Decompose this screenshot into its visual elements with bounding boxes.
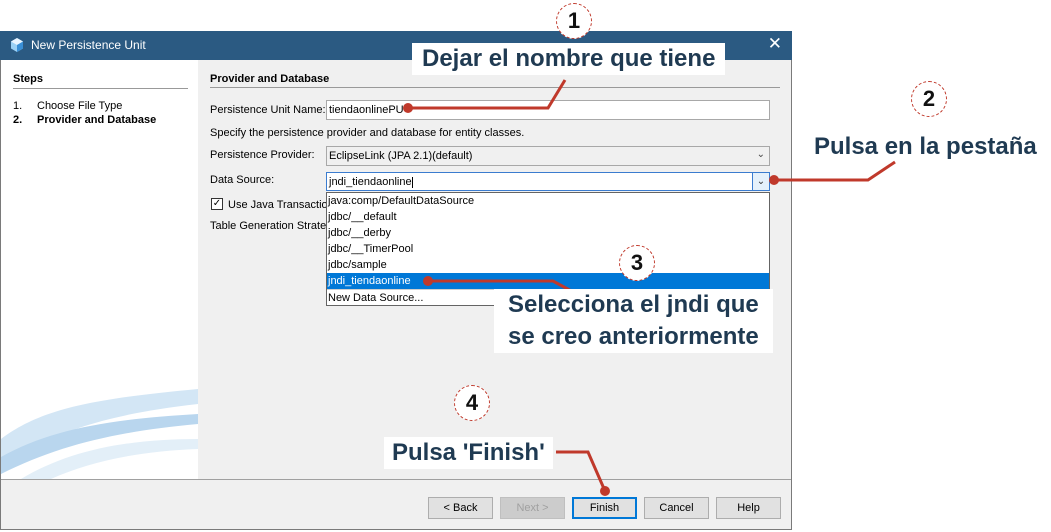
step-label: Provider and Database — [37, 114, 157, 126]
window-title: New Persistence Unit — [31, 38, 146, 52]
dropdown-option-selected[interactable]: jndi_tiendaonline — [327, 273, 769, 289]
callout-press-finish: Pulsa 'Finish' — [384, 437, 553, 469]
callout-select-jndi-line2: se creo anteriormente — [508, 323, 759, 350]
unit-name-label: Persistence Unit Name: — [210, 104, 326, 116]
section-divider — [210, 87, 780, 88]
dropdown-option[interactable]: jdbc/__TimerPool — [327, 241, 769, 257]
chevron-down-icon[interactable]: ⌄ — [752, 173, 769, 190]
hint-text: Specify the persistence provider and dat… — [210, 127, 525, 139]
netbeans-cube-icon — [11, 38, 23, 52]
callout-keep-name: Dejar el nombre que tiene — [412, 43, 726, 75]
annotation-line-2 — [774, 160, 896, 182]
steps-heading: Steps — [13, 73, 43, 85]
step-badge-1: 1 — [556, 3, 592, 39]
decorative-wave-image — [1, 389, 198, 479]
dropdown-option[interactable]: jdbc/__default — [327, 209, 769, 225]
dropdown-option[interactable]: jdbc/__derby — [327, 225, 769, 241]
provider-select[interactable]: EclipseLink (JPA 2.1)(default) ⌄ — [326, 146, 770, 166]
finish-button[interactable]: Finish — [572, 497, 637, 519]
step-number: 2. — [13, 114, 23, 126]
steps-panel: Steps 1. Choose File Type 2. Provider and … — [1, 60, 198, 479]
datasource-label: Data Source: — [210, 174, 275, 186]
dropdown-option[interactable]: java:comp/DefaultDataSource — [327, 193, 769, 209]
provider-value: EclipseLink (JPA 2.1)(default) — [329, 150, 473, 162]
provider-label: Persistence Provider: — [210, 149, 315, 161]
jta-label: Use Java Transactio — [228, 199, 328, 211]
step-item-provider-and-database: 2. Provider and Database — [13, 114, 156, 126]
next-button[interactable]: Next > — [500, 497, 565, 519]
section-title: Provider and Database — [210, 73, 330, 85]
datasource-value: jndi_tiendaonline — [329, 176, 412, 188]
step-badge-3: 3 — [619, 245, 655, 281]
text-caret — [411, 176, 413, 188]
close-icon[interactable]: ✕ — [768, 34, 782, 54]
help-button[interactable]: Help — [716, 497, 781, 519]
datasource-select[interactable]: jndi_tiendaonline ⌄ — [326, 172, 770, 191]
dropdown-option[interactable]: jdbc/sample — [327, 257, 769, 273]
step-badge-2: 2 — [911, 81, 947, 117]
chevron-down-icon: ⌄ — [756, 149, 765, 160]
callout-select-jndi-line1: Selecciona el jndi que — [508, 291, 759, 318]
button-bar-divider — [1, 479, 791, 480]
step-badge-4: 4 — [454, 385, 490, 421]
step-item-choose-file-type: 1. Choose File Type — [13, 100, 122, 112]
callout-select-jndi: Selecciona el jndi que se creo anteriorm… — [494, 289, 773, 353]
table-strategy-label: Table Generation Strate — [210, 220, 327, 232]
back-button[interactable]: < Back — [428, 497, 493, 519]
callout-open-dropdown: Pulsa en la pestaña — [814, 133, 1037, 160]
step-number: 1. — [13, 100, 23, 112]
cancel-button[interactable]: Cancel — [644, 497, 709, 519]
unit-name-input[interactable]: tiendaonlinePU — [326, 100, 770, 120]
jta-checkbox[interactable]: ✓ — [211, 198, 223, 210]
step-label: Choose File Type — [37, 100, 123, 112]
steps-divider — [13, 88, 188, 89]
